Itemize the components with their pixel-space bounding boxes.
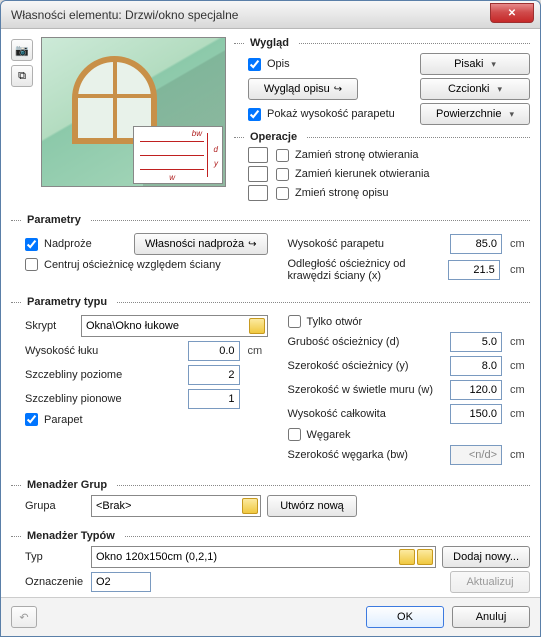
- op-swap-dir-checkbox[interactable]: [276, 168, 289, 181]
- op-swap-side-label: Zamień stronę otwierania: [295, 149, 419, 161]
- typow-group-title: Menadżer Typów: [11, 530, 530, 542]
- wlasnosci-nadproza-button[interactable]: Własności nadproża↪: [134, 233, 267, 255]
- wys-luku-label: Wysokość łuku: [25, 345, 180, 357]
- skrypt-field[interactable]: Okna\Okno łukowe: [81, 315, 268, 337]
- undo-button[interactable]: ↶: [11, 606, 37, 628]
- ok-button[interactable]: OK: [366, 606, 444, 628]
- typ-tool-2-icon[interactable]: [417, 549, 433, 565]
- op-swap-dir-icon: [248, 166, 268, 182]
- wys-luku-input[interactable]: [188, 341, 240, 361]
- pisaki-button[interactable]: Pisaki: [420, 53, 530, 75]
- szcz-poz-label: Szczebliny poziome: [25, 369, 180, 381]
- powierzchnie-button[interactable]: Powierzchnie: [420, 103, 530, 125]
- wys-calk-input[interactable]: [450, 404, 502, 424]
- wys-parapetu-input[interactable]: [450, 234, 502, 254]
- title-bar: Własności elementu: Drzwi/okno specjalne…: [1, 1, 540, 29]
- skrypt-label: Skrypt: [25, 320, 75, 332]
- grupa-field[interactable]: <Brak>: [91, 495, 261, 517]
- grupa-dropdown-icon[interactable]: [242, 498, 258, 514]
- nadproze-label: Nadproże: [44, 238, 92, 250]
- szer-w-input[interactable]: [450, 380, 502, 400]
- cancel-button[interactable]: Anuluj: [452, 606, 530, 628]
- grupa-label: Grupa: [25, 500, 85, 512]
- op-swap-side-icon: [248, 147, 268, 163]
- op-desc-side-icon: [248, 185, 268, 201]
- op-swap-side-checkbox[interactable]: [276, 149, 289, 162]
- parapet-checkbox[interactable]: [25, 413, 38, 426]
- opis-checkbox[interactable]: [248, 58, 261, 71]
- szcz-pion-label: Szczebliny pionowe: [25, 393, 180, 405]
- op-desc-side-label: Zmień stronę opisu: [295, 187, 389, 199]
- parapet-label: Parapet: [44, 414, 83, 426]
- grub-d-label: Grubość ościeżnicy (d): [288, 336, 443, 348]
- wegarek-label: Węgarek: [307, 429, 351, 441]
- typ-field[interactable]: Okno 120x150cm (0,2,1): [91, 546, 436, 568]
- camera-icon[interactable]: 📷: [11, 39, 33, 61]
- tylko-otwor-checkbox[interactable]: [288, 315, 301, 328]
- typ-tool-1-icon[interactable]: [399, 549, 415, 565]
- typ-label: Typ: [25, 551, 85, 563]
- copy-icon[interactable]: ⧉: [11, 65, 33, 87]
- centruj-checkbox[interactable]: [25, 258, 38, 271]
- szer-weg-input: [450, 445, 502, 465]
- czcionki-button[interactable]: Czcionki: [420, 78, 530, 100]
- appearance-group-title: Wygląd: [234, 37, 530, 49]
- wegarek-checkbox[interactable]: [288, 428, 301, 441]
- aktualizuj-button: Aktualizuj: [450, 571, 530, 593]
- dimension-diagram: bw d y w: [133, 126, 223, 184]
- skrypt-browse-icon[interactable]: [249, 318, 265, 334]
- szer-w-label: Szerokość w świetle muru (w): [288, 384, 443, 396]
- dodaj-nowy-button[interactable]: Dodaj nowy...: [442, 546, 530, 568]
- szcz-pion-input[interactable]: [188, 389, 240, 409]
- wyglad-opisu-button[interactable]: Wygląd opisu↪: [248, 78, 358, 100]
- pokaz-wysokosc-label: Pokaż wysokość parapetu: [267, 108, 395, 120]
- utworz-nowa-button[interactable]: Utwórz nową: [267, 495, 357, 517]
- wys-parapetu-label: Wysokość parapetu: [288, 238, 443, 250]
- pokaz-wysokosc-checkbox[interactable]: [248, 108, 261, 121]
- close-button[interactable]: ✕: [490, 3, 534, 23]
- operacje-group-title: Operacje: [234, 131, 530, 143]
- oznaczenie-label: Oznaczenie: [25, 576, 85, 588]
- odl-osc-label: Odległość ościeżnicy od krawędzi ściany …: [288, 258, 438, 282]
- grub-d-input[interactable]: [450, 332, 502, 352]
- window-title: Własności elementu: Drzwi/okno specjalne: [11, 8, 238, 22]
- wys-calk-label: Wysokość całkowita: [288, 408, 443, 420]
- parametry-typu-group-title: Parametry typu: [11, 296, 530, 308]
- odl-osc-input[interactable]: [448, 260, 500, 280]
- nadproze-checkbox[interactable]: [25, 238, 38, 251]
- centruj-label: Centruj ościeżnicę względem ściany: [44, 259, 221, 271]
- op-desc-side-checkbox[interactable]: [276, 187, 289, 200]
- szer-y-input[interactable]: [450, 356, 502, 376]
- szer-weg-label: Szerokość węgarka (bw): [288, 449, 443, 461]
- op-swap-dir-label: Zamień kierunek otwierania: [295, 168, 430, 180]
- szcz-poz-input[interactable]: [188, 365, 240, 385]
- oznaczenie-input[interactable]: [91, 572, 151, 592]
- grup-group-title: Menadżer Grup: [11, 479, 530, 491]
- tylko-otwor-label: Tylko otwór: [307, 316, 363, 328]
- preview-3d: bw d y w: [41, 37, 226, 187]
- parametry-group-title: Parametry: [11, 214, 530, 226]
- opis-label: Opis: [267, 58, 290, 70]
- szer-y-label: Szerokość ościeżnicy (y): [288, 360, 443, 372]
